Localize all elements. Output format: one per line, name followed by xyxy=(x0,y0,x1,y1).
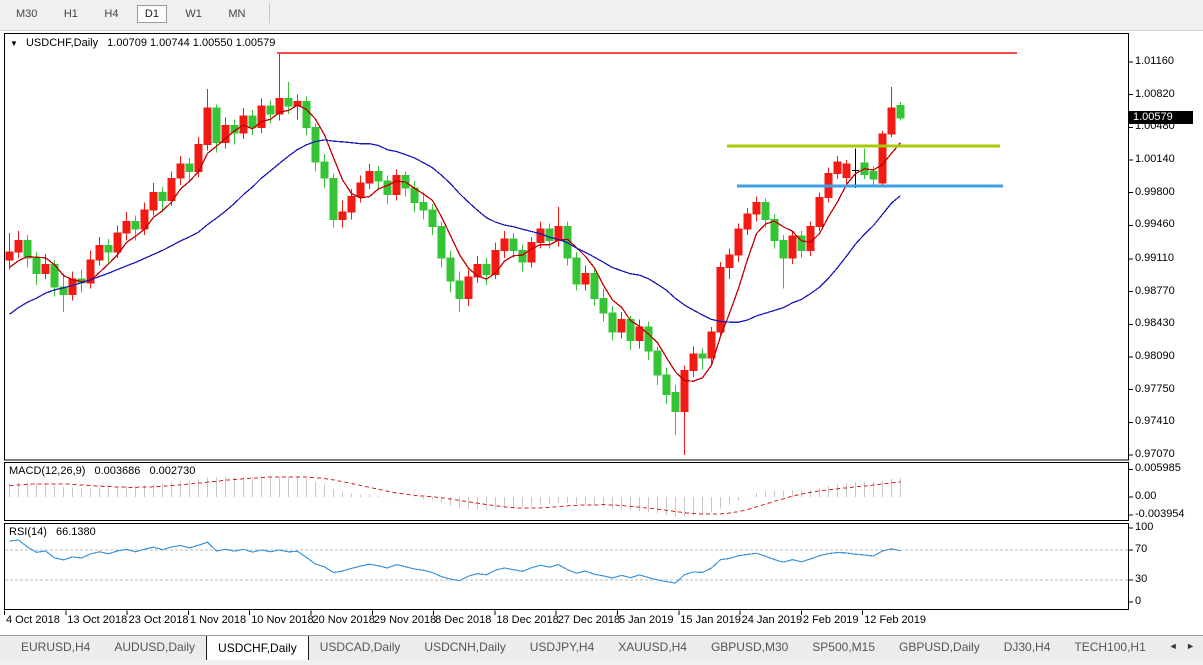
chart-ohlc-values: 1.00709 1.00744 1.00550 1.00579 xyxy=(107,37,276,49)
chart-canvas[interactable] xyxy=(0,0,1203,660)
toolbar-separator xyxy=(268,2,270,23)
timeframe-button-mn[interactable]: MN xyxy=(220,5,253,23)
symbol-tab-sp500-m15[interactable]: SP500,M15 xyxy=(801,636,886,660)
symbol-tab-audusd-daily[interactable]: AUDUSD,Daily xyxy=(103,636,206,660)
rsi-value: 66.1380 xyxy=(55,526,96,538)
timeframe-button-m30[interactable]: M30 xyxy=(8,5,45,23)
symbol-tab-list: EURUSD,H4 AUDUSD,Daily USDCHF,Daily USDCAD,… xyxy=(10,636,1157,660)
chart-header: ▼ USDCHF,Daily 1.00709 1.00744 1.00550 1… xyxy=(10,37,281,49)
chart-symbol-label: USDCHF,Daily xyxy=(25,37,99,49)
symbol-tab-bar: EURUSD,H4 AUDUSD,Daily USDCHF,Daily USDCAD,… xyxy=(0,635,1203,660)
symbol-dropdown-icon[interactable]: ▼ xyxy=(10,39,18,48)
symbol-tab-eurusd-h4[interactable]: EURUSD,H4 xyxy=(10,636,101,660)
timeframe-button-h1[interactable]: H1 xyxy=(56,5,86,23)
symbol-tab-gbpusd-m30[interactable]: GBPUSD,M30 xyxy=(700,636,799,660)
tab-scroll-left-icon[interactable]: ◄ xyxy=(1169,641,1178,651)
rsi-panel-header: RSI(14) 66.1380 xyxy=(9,526,102,538)
rsi-label: RSI(14) xyxy=(9,526,47,538)
timeframe-toolbar: M30 H1 H4 D1 W1 MN xyxy=(0,0,1203,31)
symbol-tab-usdchf-daily[interactable]: USDCHF,Daily xyxy=(206,636,309,660)
current-price-badge: 1.00579 xyxy=(1129,111,1193,124)
symbol-tab-usdcad-daily[interactable]: USDCAD,Daily xyxy=(309,636,412,660)
tab-scroll-controls: ◄ ► xyxy=(1157,636,1203,660)
macd-panel-header: MACD(12,26,9) 0.003686 0.002730 xyxy=(9,465,201,477)
tab-scroll-right-icon[interactable]: ► xyxy=(1186,641,1195,651)
current-price-value: 1.00579 xyxy=(1133,111,1173,123)
timeframe-button-h4[interactable]: H4 xyxy=(96,5,126,23)
macd-main-value: 0.003686 xyxy=(94,465,141,477)
macd-label: MACD(12,26,9) xyxy=(9,465,86,477)
symbol-tab-gbpusd-daily[interactable]: GBPUSD,Daily xyxy=(888,636,991,660)
symbol-tab-usdcnh-daily[interactable]: USDCNH,Daily xyxy=(413,636,516,660)
symbol-tab-usdjpy-h4[interactable]: USDJPY,H4 xyxy=(519,636,605,660)
timeframe-button-w1[interactable]: W1 xyxy=(177,5,210,23)
symbol-tab-dj30-h4[interactable]: DJ30,H4 xyxy=(993,636,1062,660)
timeframe-button-d1[interactable]: D1 xyxy=(136,5,167,23)
symbol-tab-tech100-h1[interactable]: TECH100,H1 xyxy=(1063,636,1156,660)
symbol-tab-xauusd-h4[interactable]: XAUUSD,H4 xyxy=(607,636,698,660)
macd-signal-value: 0.002730 xyxy=(149,465,196,477)
